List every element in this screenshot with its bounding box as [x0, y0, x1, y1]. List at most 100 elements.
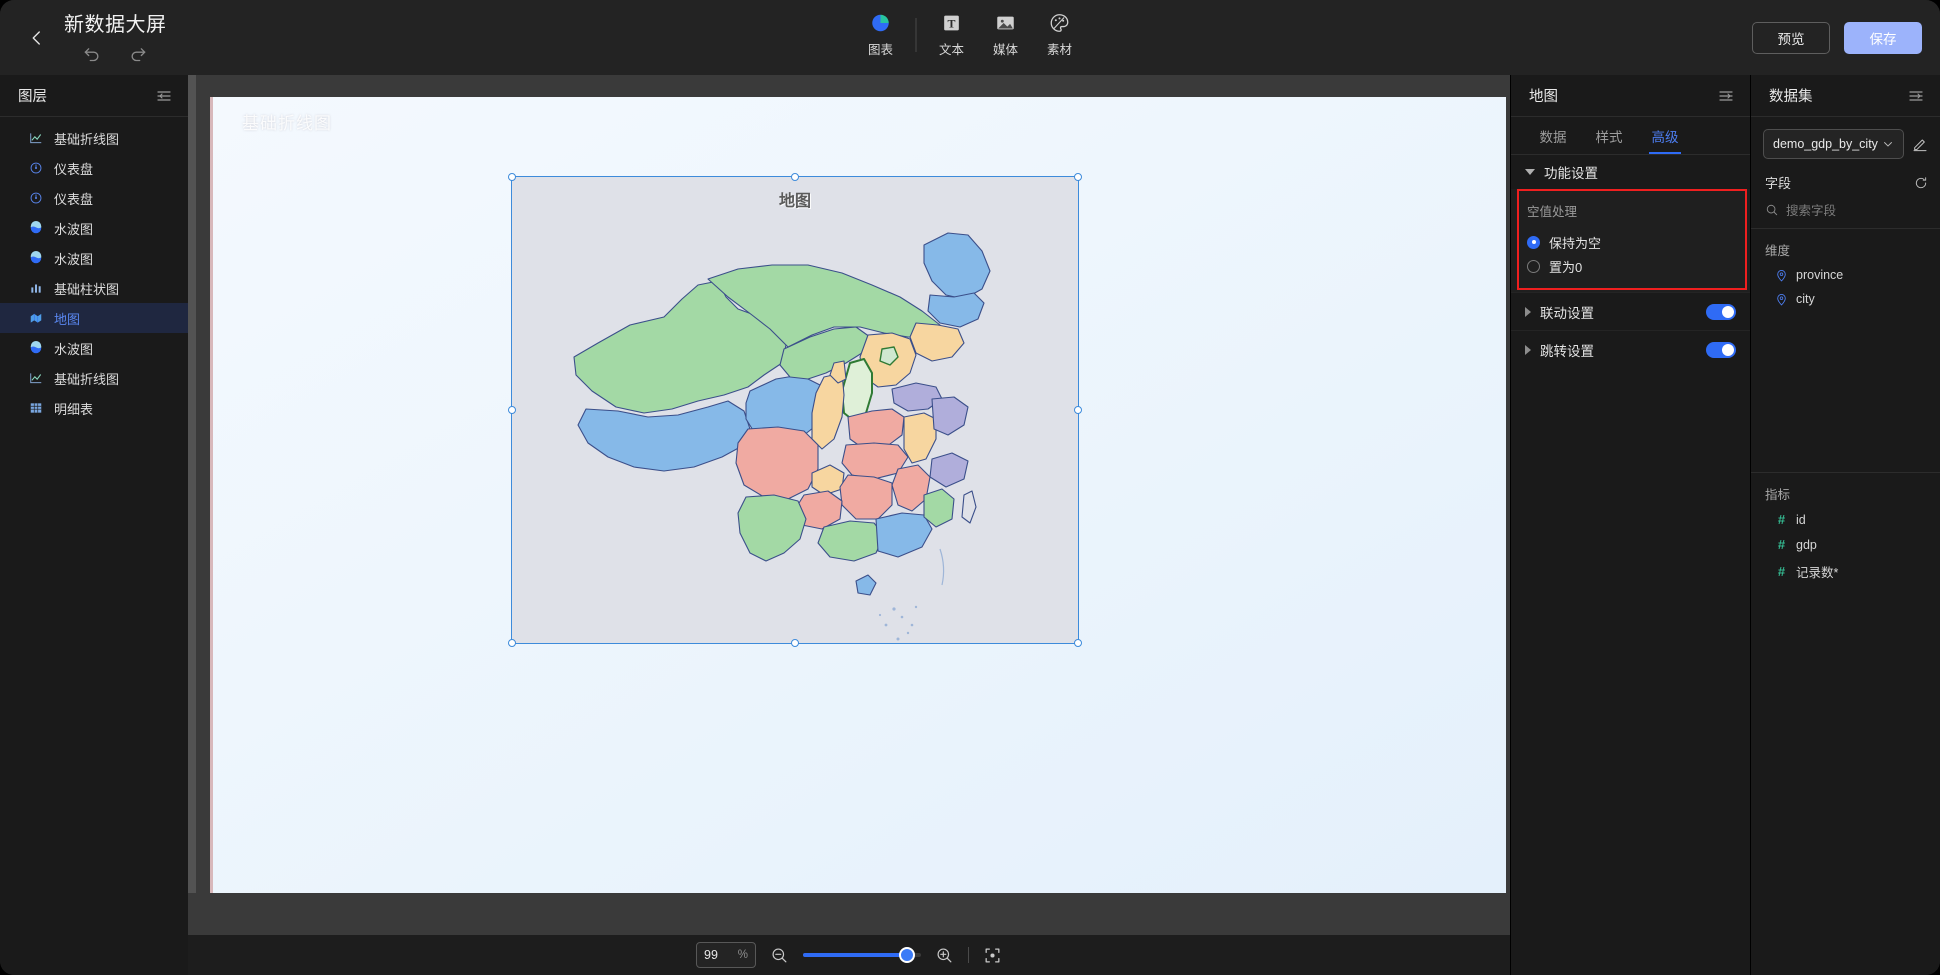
measure-id[interactable]: # id [1751, 507, 1940, 532]
radio-set-zero[interactable]: 置为0 [1511, 254, 1750, 278]
measure-label: 记录数* [1796, 566, 1839, 580]
dataset-select-value: demo_gdp_by_city [1773, 137, 1878, 151]
refresh-fields-button[interactable] [1914, 176, 1928, 190]
tool-text[interactable]: T 文本 [925, 8, 979, 62]
layer-label: 仪表盘 [54, 161, 94, 177]
layer-item-3[interactable]: 水波图 [0, 213, 188, 243]
layer-item-9[interactable]: 明细表 [0, 393, 188, 423]
redo-button[interactable] [128, 43, 148, 63]
layer-label: 仪表盘 [54, 191, 94, 207]
zoom-slider[interactable] [803, 947, 921, 963]
resize-handle-top-middle[interactable] [791, 173, 799, 181]
collapse-panel-icon [1719, 90, 1733, 101]
map-widget[interactable]: 地图 [508, 173, 1082, 647]
settings-tabs: 数据 样式 高级 [1511, 117, 1750, 155]
dataset-panel-title: 数据集 [1769, 89, 1813, 105]
jump-settings-row[interactable]: 跳转设置 [1511, 330, 1750, 368]
resize-handle-left-middle[interactable] [508, 406, 516, 414]
layer-item-2[interactable]: 仪表盘 [0, 183, 188, 213]
layer-label: 地图 [54, 311, 81, 327]
measure-record-count[interactable]: # 记录数* [1751, 557, 1940, 586]
layer-item-8[interactable]: 基础折线图 [0, 363, 188, 393]
resize-handle-top-left[interactable] [508, 173, 516, 181]
layer-item-4[interactable]: 水波图 [0, 243, 188, 273]
collapse-layers-button[interactable] [156, 88, 172, 104]
app-root: 新数据大屏 图表 T 文本 媒体 素材 预览 保存 图层 基础折线图 仪表盘 仪… [0, 0, 1940, 975]
measure-gdp[interactable]: # gdp [1751, 532, 1940, 557]
toolbar-divider [915, 18, 917, 52]
resize-handle-bottom-left[interactable] [508, 639, 516, 647]
measure-label: id [1796, 512, 1806, 527]
dimension-province[interactable]: province [1751, 263, 1940, 287]
tool-material[interactable]: 素材 [1033, 8, 1087, 62]
layer-label: 基础折线图 [54, 131, 120, 147]
dataset-panel-header: 数据集 [1751, 75, 1940, 117]
hash-icon: # [1777, 564, 1786, 579]
dataset-select[interactable]: demo_gdp_by_city [1763, 129, 1904, 159]
collapse-dataset-button[interactable] [1908, 88, 1924, 104]
linkage-settings-toggle[interactable] [1706, 303, 1736, 320]
slider-knob[interactable] [899, 947, 915, 963]
back-button[interactable] [14, 15, 60, 61]
save-button[interactable]: 保存 [1844, 21, 1922, 54]
zoom-percent-symbol: % [737, 949, 748, 961]
null-handling-label: 空值处理 [1527, 205, 1578, 219]
resize-handle-bottom-right[interactable] [1074, 639, 1082, 647]
linkage-settings-row[interactable]: 联动设置 [1511, 292, 1750, 330]
layer-label: 水波图 [54, 251, 94, 267]
layers-panel-title: 图层 [18, 89, 47, 105]
collapse-settings-button[interactable] [1718, 88, 1734, 104]
dataset-panel: 数据集 demo_gdp_by_city 字段 搜索字段 维度 province… [1750, 75, 1940, 975]
liquid-fill-icon [28, 341, 43, 356]
radio-unselected-icon [1527, 259, 1540, 273]
layers-panel: 图层 基础折线图 仪表盘 仪表盘 水波图 水波图 基础柱状图 地图 水波图 基础… [0, 75, 188, 975]
tab-data[interactable]: 数据 [1525, 126, 1581, 154]
hash-icon: # [1777, 537, 1786, 552]
resize-handle-right-middle[interactable] [1074, 406, 1082, 414]
svg-text:T: T [948, 17, 956, 31]
history-buttons [64, 43, 167, 63]
tool-media[interactable]: 媒体 [979, 8, 1033, 62]
top-actions: 预览 保存 [1752, 21, 1922, 54]
tab-style[interactable]: 样式 [1581, 126, 1637, 154]
zoom-bar: 99 % [188, 935, 1510, 975]
zoom-input[interactable]: 99 % [696, 942, 756, 968]
location-pin-icon [1777, 269, 1786, 282]
canvas-scrollbar[interactable] [188, 75, 196, 893]
dimension-city[interactable]: city [1751, 287, 1940, 311]
zoom-out-icon [772, 947, 787, 962]
jump-settings-label: 跳转设置 [1540, 343, 1594, 359]
radio-set-zero-label: 置为0 [1549, 259, 1583, 275]
tab-advanced[interactable]: 高级 [1637, 126, 1693, 154]
layer-item-5[interactable]: 基础柱状图 [0, 273, 188, 303]
search-field-input[interactable]: 搜索字段 [1751, 196, 1940, 229]
layer-item-7[interactable]: 水波图 [0, 333, 188, 363]
layer-item-1[interactable]: 仪表盘 [0, 153, 188, 183]
settings-panel-title: 地图 [1529, 89, 1558, 105]
zoom-out-button[interactable] [770, 946, 789, 965]
zoom-value: 99 [704, 948, 718, 962]
function-settings-header[interactable]: 功能设置 [1511, 155, 1750, 239]
fit-screen-button[interactable] [983, 946, 1002, 965]
settings-panel: 地图 数据 样式 高级 功能设置 空值处理 保持为空 置为0 联动设置 跳转设置 [1510, 75, 1750, 975]
edit-dataset-button[interactable] [1912, 136, 1928, 152]
dashboard-screen[interactable]: 基础折线图 地图 [210, 97, 1506, 893]
layer-label: 水波图 [54, 341, 94, 357]
canvas-area[interactable]: 基础折线图 地图 [188, 75, 1510, 975]
line-chart-icon [28, 131, 43, 146]
slider-fill [803, 953, 907, 957]
layer-item-map[interactable]: 地图 [0, 303, 188, 333]
zoom-in-button[interactable] [935, 946, 954, 965]
jump-settings-toggle[interactable] [1706, 341, 1736, 358]
preview-button[interactable]: 预览 [1752, 21, 1830, 54]
layer-label: 基础柱状图 [54, 281, 120, 297]
layer-item-0[interactable]: 基础折线图 [0, 123, 188, 153]
layer-list: 基础折线图 仪表盘 仪表盘 水波图 水波图 基础柱状图 地图 水波图 基础折线图… [0, 117, 188, 423]
radio-keep-null[interactable]: 保持为空 [1511, 230, 1750, 254]
resize-handle-bottom-middle[interactable] [791, 639, 799, 647]
undo-button[interactable] [82, 43, 102, 63]
tool-chart[interactable]: 图表 [854, 8, 908, 62]
title-block: 新数据大屏 [64, 13, 167, 63]
pencil-icon [1913, 139, 1927, 152]
resize-handle-top-right[interactable] [1074, 173, 1082, 181]
